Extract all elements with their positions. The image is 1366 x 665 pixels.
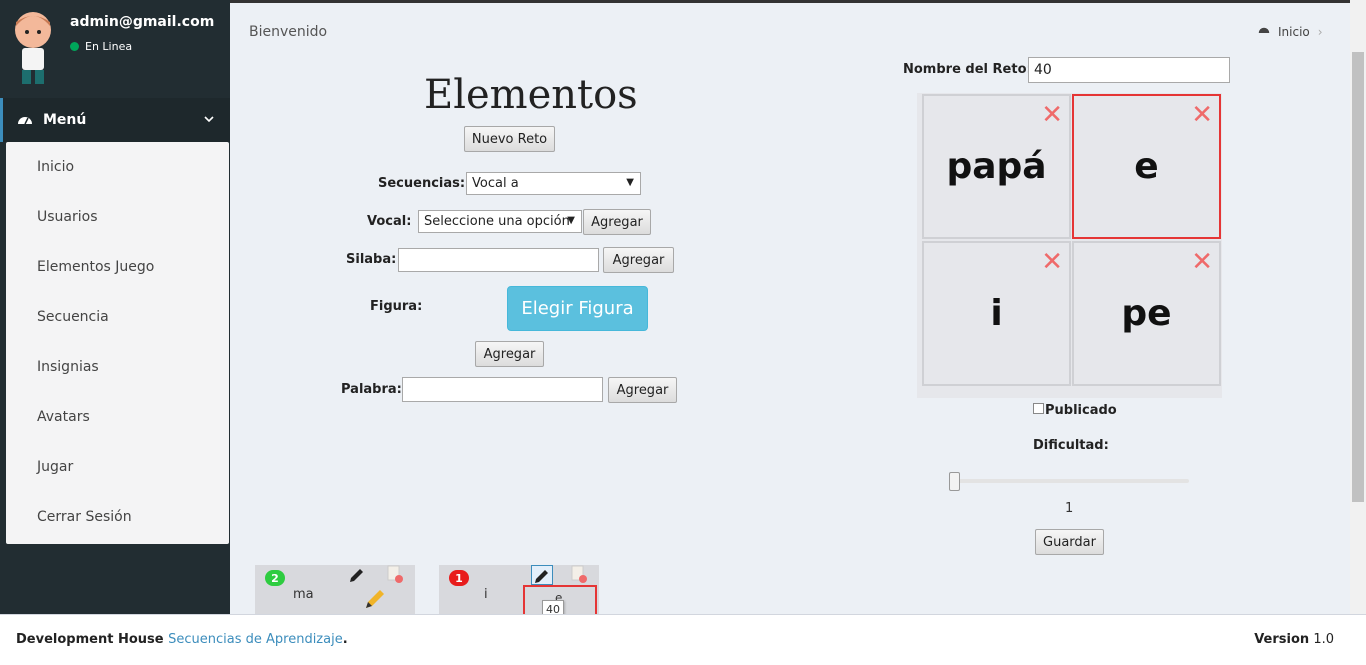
sidebar: admin@gmail.com En Linea Menú Inicio Usu… — [0, 0, 230, 614]
version-number: 1.0 — [1313, 632, 1334, 647]
delete-file-icon[interactable] — [570, 565, 588, 587]
sidebar-item-elementos-juego[interactable]: Elementos Juego — [6, 242, 229, 292]
menu-list: Inicio Usuarios Elementos Juego Secuenci… — [6, 142, 229, 544]
agregar-vocal-button[interactable]: Agregar — [583, 209, 651, 235]
avatar — [15, 12, 51, 84]
reto-cell[interactable]: papá ✕ — [922, 94, 1071, 239]
dropdown-arrow-icon: ▼ — [626, 177, 634, 188]
card-text: ma — [293, 587, 314, 602]
cell-text: papá — [946, 146, 1047, 187]
vocal-label: Vocal: — [367, 214, 412, 229]
footer-credits: Development House Secuencias de Aprendiz… — [16, 632, 348, 647]
sidebar-item-jugar[interactable]: Jugar — [6, 442, 229, 492]
chevron-down-icon — [204, 112, 214, 128]
sidebar-item-usuarios[interactable]: Usuarios — [6, 192, 229, 242]
figura-label: Figura: — [370, 299, 423, 314]
online-dot-icon — [70, 42, 79, 51]
close-icon[interactable]: ✕ — [1041, 102, 1063, 128]
page-title: Bienvenido — [249, 24, 328, 40]
dashboard-icon — [1258, 24, 1270, 39]
nuevo-reto-button[interactable]: Nuevo Reto — [464, 126, 555, 152]
count-badge: 1 — [449, 570, 469, 586]
app-link[interactable]: Secuencias de Aprendizaje — [168, 632, 343, 647]
menu-title: Menú — [43, 112, 87, 128]
top-border — [230, 0, 1366, 3]
sidebar-item-avatars[interactable]: Avatars — [6, 392, 229, 442]
close-icon[interactable]: ✕ — [1191, 249, 1213, 275]
secuencias-select[interactable]: Vocal a ▼ — [466, 172, 641, 195]
slider-handle[interactable] — [949, 472, 960, 491]
close-icon[interactable]: ✕ — [1041, 249, 1063, 275]
version-label: Version — [1254, 632, 1310, 647]
reto-cell[interactable]: pe ✕ — [1072, 241, 1221, 386]
sidebar-item-secuencia[interactable]: Secuencia — [6, 292, 229, 342]
breadcrumb[interactable]: Inicio › — [1258, 24, 1323, 39]
footer: Development House Secuencias de Aprendiz… — [0, 614, 1366, 665]
reto-grid: papá ✕ e ✕ i ✕ pe ✕ — [917, 93, 1222, 398]
secuencias-value: Vocal a — [472, 176, 519, 191]
reto-cell[interactable]: e ✕ — [1072, 94, 1221, 239]
status-text: En Linea — [85, 40, 133, 53]
palabra-input[interactable] — [402, 377, 603, 402]
agregar-figura-button[interactable]: Agregar — [475, 341, 544, 367]
palabra-label: Palabra: — [341, 382, 402, 397]
count-badge: 2 — [265, 570, 285, 586]
cell-text: pe — [1121, 293, 1172, 334]
guardar-button[interactable]: Guardar — [1035, 529, 1104, 555]
dropdown-arrow-icon: ▼ — [567, 215, 575, 226]
close-icon[interactable]: ✕ — [1191, 102, 1213, 128]
sidebar-item-cerrar-sesion[interactable]: Cerrar Sesión — [6, 492, 229, 542]
chevron-right-icon: › — [1317, 24, 1323, 39]
dashboard-icon — [17, 112, 33, 128]
menu-toggle[interactable]: Menú — [0, 98, 230, 142]
dificultad-slider[interactable] — [950, 479, 1189, 483]
section-title: Elementos — [424, 72, 638, 118]
card-text: i — [484, 587, 488, 602]
dificultad-value: 1 — [1065, 501, 1074, 516]
sequence-card[interactable]: 1 i e — [439, 565, 599, 614]
user-email: admin@gmail.com — [70, 14, 215, 30]
vocal-value: Seleccione una opción — [424, 214, 570, 229]
dificultad-label: Dificultad: — [1033, 438, 1109, 453]
elegir-figura-button[interactable]: Elegir Figura — [507, 286, 648, 331]
silaba-label: Silaba: — [346, 252, 397, 267]
sidebar-item-insignias[interactable]: Insignias — [6, 342, 229, 392]
nombre-reto-input[interactable]: 40 — [1028, 57, 1230, 83]
silaba-input[interactable] — [398, 248, 599, 272]
user-status: En Linea — [70, 40, 132, 53]
reto-cell[interactable]: i ✕ — [922, 241, 1071, 386]
scroll-thumb[interactable] — [1352, 52, 1364, 502]
publicado-checkbox[interactable] — [1033, 403, 1044, 414]
agregar-silaba-button[interactable]: Agregar — [603, 247, 674, 273]
scrollbar[interactable] — [1350, 0, 1366, 614]
company-name: Development House — [16, 632, 164, 647]
cell-text: e — [1134, 146, 1159, 187]
cell-text: i — [990, 293, 1003, 334]
edit-icon[interactable] — [531, 565, 553, 585]
sidebar-item-inicio[interactable]: Inicio — [6, 142, 229, 192]
nombre-reto-label: Nombre del Reto: — [903, 62, 1032, 77]
delete-file-icon[interactable] — [386, 565, 404, 587]
vocal-select[interactable]: Seleccione una opción ▼ — [418, 210, 582, 233]
edit-icon[interactable] — [347, 565, 367, 589]
secuencias-label: Secuencias: — [378, 176, 466, 191]
publicado-label: Publicado — [1045, 403, 1117, 418]
agregar-palabra-button[interactable]: Agregar — [608, 377, 677, 403]
pencil-icon — [363, 587, 387, 615]
breadcrumb-inicio[interactable]: Inicio — [1278, 25, 1310, 39]
user-panel: admin@gmail.com En Linea — [0, 0, 230, 98]
period: . — [342, 632, 348, 647]
version-info: Version 1.0 — [1254, 632, 1334, 647]
sequence-card[interactable]: 2 ma — [255, 565, 415, 614]
